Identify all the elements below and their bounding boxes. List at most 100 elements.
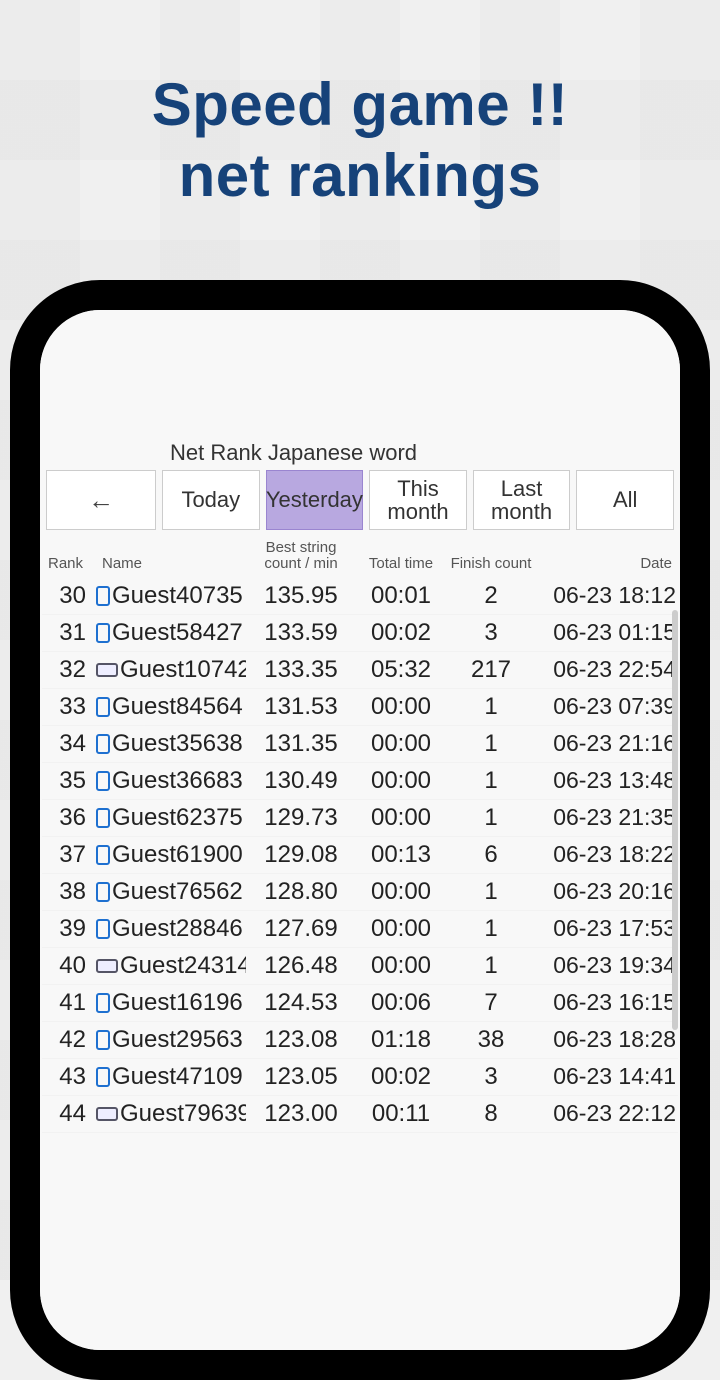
player-name: Guest24314	[120, 952, 246, 980]
table-row[interactable]: 34Guest35638131.3500:00106-23 21:16	[42, 726, 678, 763]
col-finish-count: Finish count	[446, 556, 536, 572]
cell-best-string-count: 129.08	[246, 841, 356, 869]
player-name: Guest79639	[120, 1100, 246, 1128]
cell-name: Guest16196	[96, 989, 246, 1017]
cell-finish-count: 1	[446, 693, 536, 721]
cell-name: Guest76562	[96, 878, 246, 906]
cell-total-time: 00:00	[356, 915, 446, 943]
table-row[interactable]: 31Guest58427133.5900:02306-23 01:15	[42, 615, 678, 652]
device-icon	[96, 586, 110, 606]
phone-side-button	[10, 470, 12, 520]
tab-all[interactable]: All	[576, 470, 674, 530]
cell-best-string-count: 126.48	[246, 952, 356, 980]
cell-total-time: 00:00	[356, 693, 446, 721]
device-icon	[96, 1107, 118, 1121]
tab-last-month[interactable]: Last month	[473, 470, 571, 530]
cell-best-string-count: 128.80	[246, 878, 356, 906]
table-row[interactable]: 37Guest61900129.0800:13606-23 18:22	[42, 837, 678, 874]
tab-yesterday[interactable]: Yesterday	[266, 470, 364, 530]
player-name: Guest62375	[112, 804, 243, 832]
cell-total-time: 00:06	[356, 989, 446, 1017]
device-icon	[96, 697, 110, 717]
player-name: Guest36683	[112, 767, 243, 795]
table-row[interactable]: 38Guest76562128.8000:00106-23 20:16	[42, 874, 678, 911]
cell-total-time: 00:00	[356, 878, 446, 906]
table-row[interactable]: 42Guest29563123.0801:183806-23 18:28	[42, 1022, 678, 1059]
tab-today[interactable]: Today	[162, 470, 260, 530]
cell-total-time: 00:01	[356, 582, 446, 610]
cell-best-string-count: 130.49	[246, 767, 356, 795]
player-name: Guest61900	[112, 841, 243, 869]
cell-rank: 43	[46, 1063, 96, 1091]
cell-name: Guest24314	[96, 952, 246, 980]
cell-finish-count: 1	[446, 804, 536, 832]
device-icon	[96, 771, 110, 791]
back-arrow-icon: ←	[88, 485, 114, 516]
device-icon	[96, 1030, 110, 1050]
col-date: Date	[536, 556, 676, 572]
table-row[interactable]: 43Guest47109123.0500:02306-23 14:41	[42, 1059, 678, 1096]
table-row[interactable]: 44Guest79639123.0000:11806-23 22:12	[42, 1096, 678, 1133]
table-row[interactable]: 41Guest16196124.5300:06706-23 16:15	[42, 985, 678, 1022]
cell-date: 06-23 18:22	[536, 841, 676, 868]
cell-rank: 30	[46, 582, 96, 610]
cell-finish-count: 1	[446, 767, 536, 795]
cell-date: 06-23 19:34	[536, 952, 676, 979]
cell-name: Guest62375	[96, 804, 246, 832]
table-row[interactable]: 32Guest10742133.3505:3221706-23 22:54	[42, 652, 678, 689]
cell-date: 06-23 14:41	[536, 1063, 676, 1090]
cell-best-string-count: 133.35	[246, 656, 356, 684]
filter-bar: ← Today Yesterday This month Last month …	[40, 470, 680, 538]
cell-rank: 40	[46, 952, 96, 980]
player-name: Guest16196	[112, 989, 243, 1017]
cell-name: Guest79639	[96, 1100, 246, 1128]
back-button[interactable]: ←	[46, 470, 156, 530]
player-name: Guest28846	[112, 915, 243, 943]
cell-name: Guest29563	[96, 1026, 246, 1054]
cell-date: 06-23 20:16	[536, 878, 676, 905]
device-icon	[96, 959, 118, 973]
cell-rank: 34	[46, 730, 96, 758]
device-icon	[96, 808, 110, 828]
cell-name: Guest10742	[96, 656, 246, 684]
cell-rank: 32	[46, 656, 96, 684]
table-row[interactable]: 40Guest24314126.4800:00106-23 19:34	[42, 948, 678, 985]
cell-rank: 41	[46, 989, 96, 1017]
cell-best-string-count: 131.35	[246, 730, 356, 758]
cell-finish-count: 38	[446, 1026, 536, 1054]
table-row[interactable]: 30Guest40735135.9500:01206-23 18:12	[42, 578, 678, 615]
headline-line-1: Speed game !!	[0, 70, 720, 141]
tab-this-month[interactable]: This month	[369, 470, 467, 530]
cell-finish-count: 3	[446, 619, 536, 647]
table-row[interactable]: 35Guest36683130.4900:00106-23 13:48	[42, 763, 678, 800]
cell-name: Guest61900	[96, 841, 246, 869]
cell-best-string-count: 123.08	[246, 1026, 356, 1054]
cell-name: Guest36683	[96, 767, 246, 795]
table-header: Rank Name Best string count / min Total …	[42, 538, 678, 578]
cell-date: 06-23 01:15	[536, 619, 676, 646]
cell-rank: 35	[46, 767, 96, 795]
col-best-string-count: Best string count / min	[246, 540, 356, 572]
cell-finish-count: 2	[446, 582, 536, 610]
scrollbar[interactable]	[672, 610, 678, 1030]
cell-date: 06-23 16:15	[536, 989, 676, 1016]
cell-name: Guest47109	[96, 1063, 246, 1091]
player-name: Guest29563	[112, 1026, 243, 1054]
phone-mockup: Net Rank Japanese word ← Today Yesterday…	[10, 280, 710, 1380]
tab-label: Today	[181, 488, 240, 511]
cell-total-time: 00:11	[356, 1100, 446, 1128]
table-body[interactable]: 30Guest40735135.9500:01206-23 18:1231Gue…	[42, 578, 678, 1133]
device-icon	[96, 734, 110, 754]
cell-finish-count: 1	[446, 915, 536, 943]
tab-label: This month	[372, 477, 464, 523]
cell-finish-count: 1	[446, 730, 536, 758]
cell-finish-count: 217	[446, 656, 536, 684]
table-row[interactable]: 39Guest28846127.6900:00106-23 17:53	[42, 911, 678, 948]
cell-best-string-count: 131.53	[246, 693, 356, 721]
table-row[interactable]: 33Guest84564131.5300:00106-23 07:39	[42, 689, 678, 726]
cell-date: 06-23 07:39	[536, 693, 676, 720]
cell-best-string-count: 124.53	[246, 989, 356, 1017]
table-row[interactable]: 36Guest62375129.7300:00106-23 21:35	[42, 800, 678, 837]
player-name: Guest76562	[112, 878, 243, 906]
cell-rank: 31	[46, 619, 96, 647]
